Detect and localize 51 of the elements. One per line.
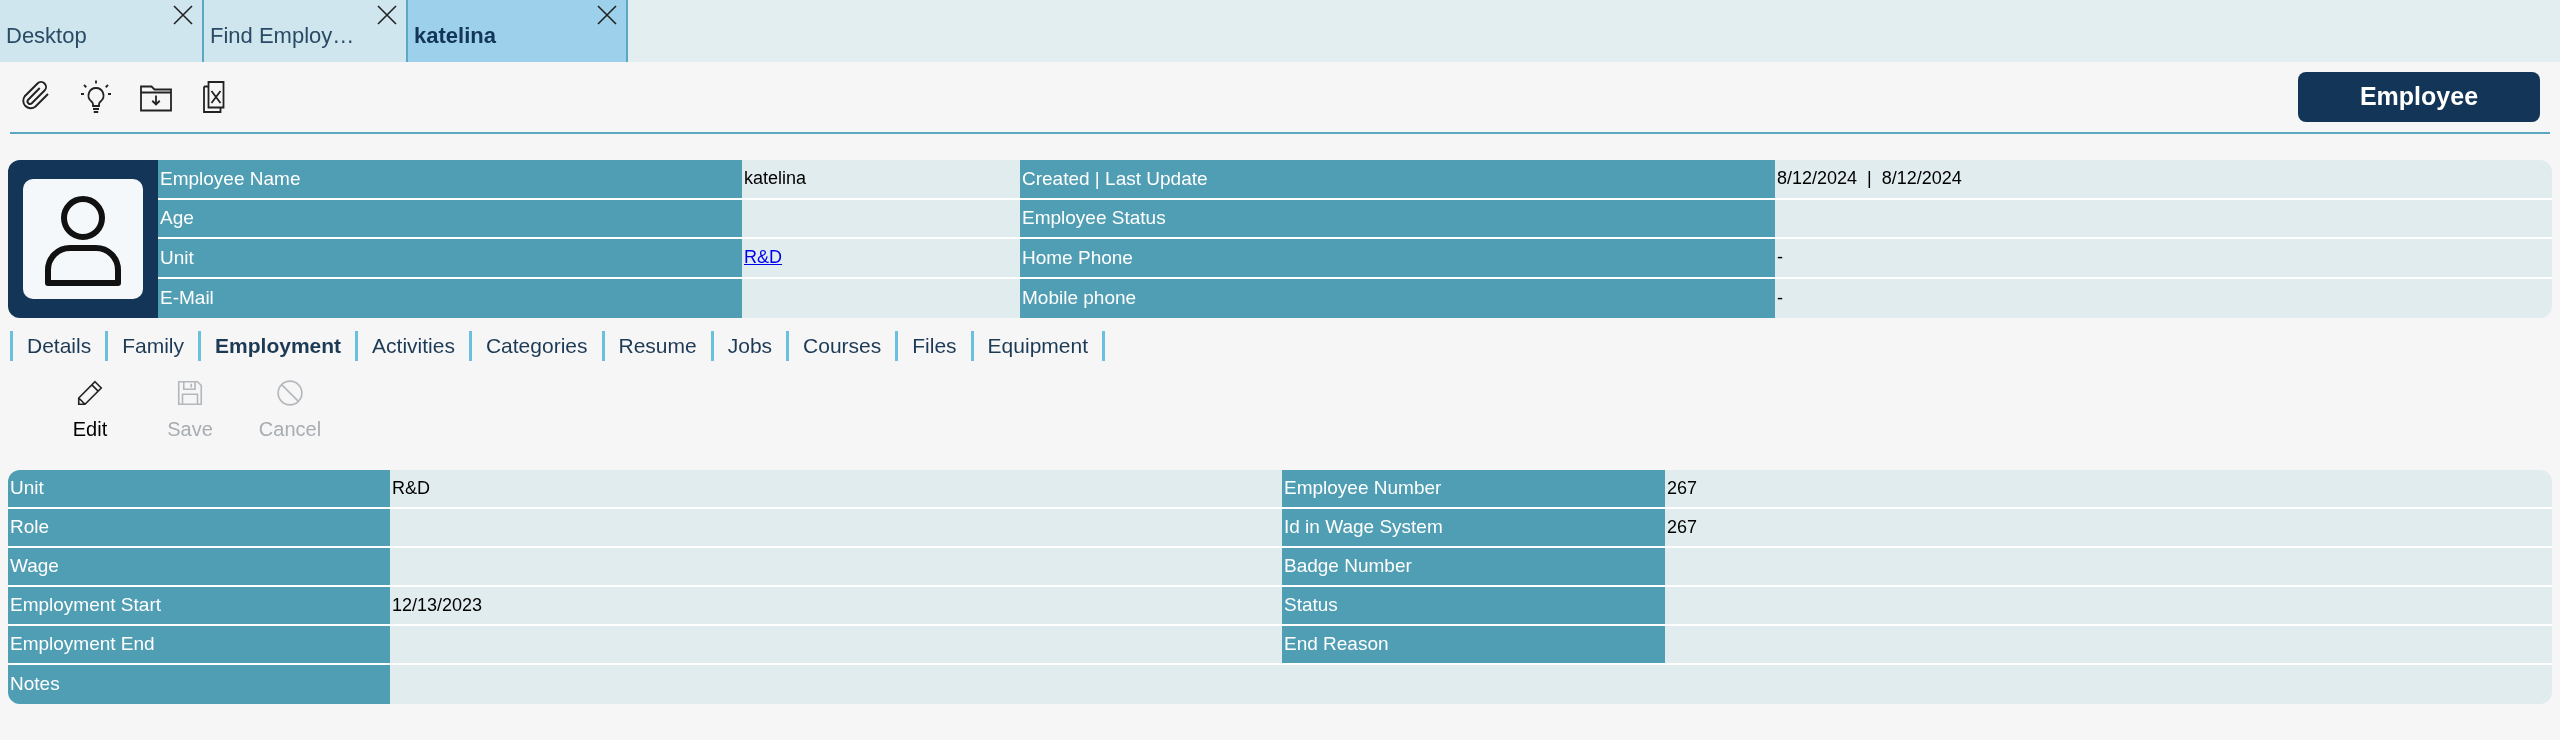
user-avatar-icon [22, 178, 144, 300]
field-label: Employee Name [158, 160, 742, 200]
section-tab[interactable]: Details [13, 330, 106, 362]
close-icon[interactable] [172, 4, 194, 26]
field-label: Id in Wage System [1282, 509, 1665, 548]
field-value: - [1777, 286, 1783, 310]
field-label: Role [8, 509, 390, 548]
field-label: Employee Number [1282, 470, 1665, 509]
document-tab[interactable]: Desktop [0, 0, 204, 62]
section-tab[interactable]: Employment [201, 330, 356, 362]
field-label: Mobile phone [1020, 278, 1775, 318]
field-label: Unit [8, 470, 390, 509]
close-icon[interactable] [376, 4, 398, 26]
field-label: Unit [158, 239, 742, 279]
section-tab[interactable]: Equipment [973, 330, 1102, 362]
field-label: Notes [8, 665, 390, 704]
close-icon[interactable] [596, 4, 618, 26]
field-label: Wage [8, 548, 390, 587]
section-tab[interactable]: Categories [471, 330, 602, 362]
save-icon [175, 378, 205, 408]
field-label: End Reason [1282, 626, 1665, 665]
field-label: Employment Start [8, 587, 390, 626]
section-tab[interactable]: Family [108, 330, 199, 362]
document-tab[interactable]: Find Employ… [204, 0, 408, 62]
field-label: E-Mail [158, 278, 742, 318]
section-tab[interactable]: Files [898, 330, 971, 362]
field-value: 12/13/2023 [392, 594, 483, 617]
edit-icon [75, 378, 105, 408]
field-label: Badge Number [1282, 548, 1665, 587]
field-label: Employee Status [1020, 199, 1775, 239]
section-tab[interactable]: Jobs [713, 330, 787, 362]
section-tab[interactable]: Courses [789, 330, 896, 362]
section-tab[interactable]: Activities [358, 330, 469, 362]
field-label: Status [1282, 587, 1665, 626]
field-value: 267 [1667, 477, 1698, 500]
field-label: Employment End [8, 626, 390, 665]
field-value: katelina [744, 167, 807, 191]
field-label: Age [158, 199, 742, 239]
cancel-icon [275, 378, 305, 408]
section-tab[interactable]: Resume [604, 330, 711, 362]
field-value: - [1777, 246, 1783, 270]
field-value: 8/12/2024 | 8/12/2024 [1777, 167, 1962, 191]
field-label: Home Phone [1020, 239, 1775, 279]
edit-button[interactable]: Edit [40, 378, 140, 444]
field-value: 267 [1667, 516, 1698, 539]
field-label: Created | Last Update [1020, 160, 1775, 200]
document-tab[interactable]: katelina [408, 0, 628, 62]
unit-link[interactable]: R&D [744, 244, 782, 272]
lightbulb-icon[interactable] [78, 79, 114, 115]
employee-button[interactable]: Employee [2298, 72, 2540, 122]
field-value: R&D [392, 477, 430, 500]
